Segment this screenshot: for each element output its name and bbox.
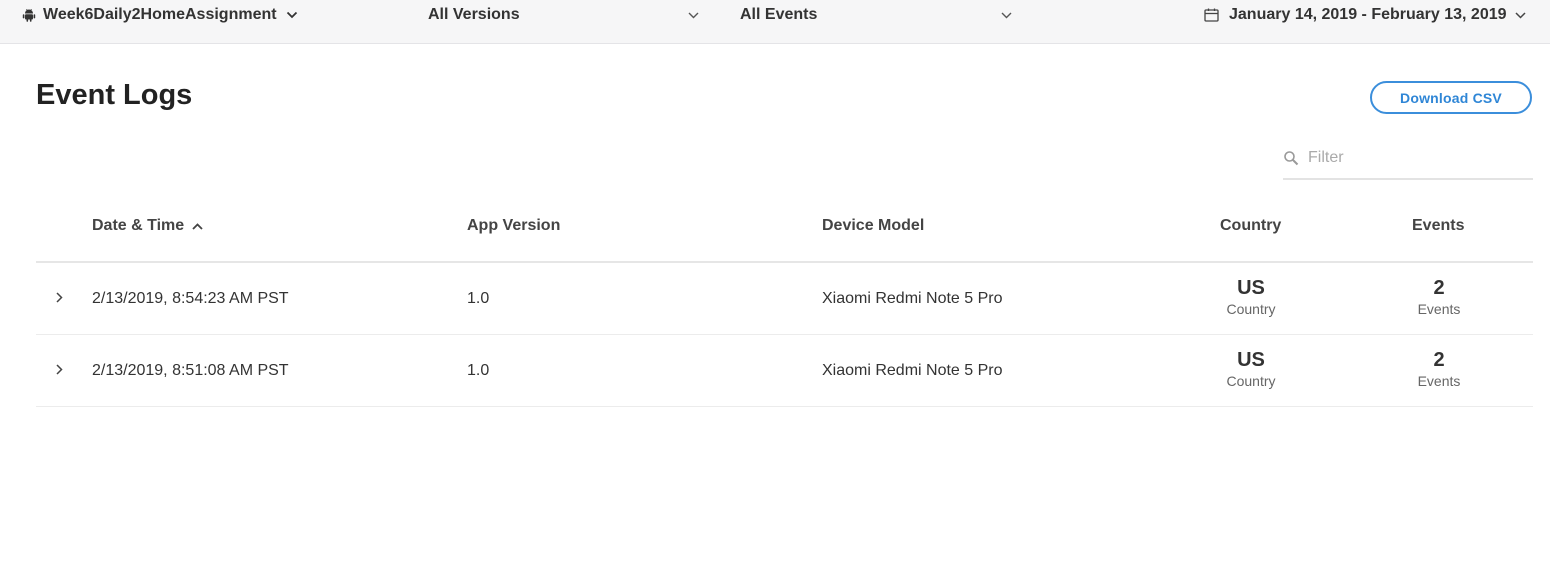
version-filter-value: All Versions — [428, 6, 520, 23]
cell-date-time: 2/13/2019, 8:54:23 AM PST — [92, 290, 289, 307]
column-header-date-time[interactable]: Date & Time — [92, 217, 203, 235]
search-icon — [1283, 150, 1299, 171]
download-csv-button[interactable]: Download CSV — [1370, 81, 1532, 114]
chevron-down-icon — [688, 12, 699, 19]
events-count: 2 — [1433, 349, 1445, 371]
events-selector[interactable]: All Events — [740, 0, 1016, 30]
country-caption: Country — [1226, 301, 1276, 317]
events-caption: Events — [1417, 373, 1461, 389]
date-range-value: January 14, 2019 - February 13, 2019 — [1229, 6, 1507, 23]
cell-device-model: Xiaomi Redmi Note 5 Pro — [822, 362, 1003, 379]
column-header-events[interactable]: Events — [1412, 217, 1464, 235]
cell-events: 2 Events — [1379, 277, 1499, 317]
event-filter-value: All Events — [740, 6, 818, 23]
events-caption: Events — [1417, 301, 1461, 317]
filter-input[interactable] — [1308, 147, 1528, 169]
chevron-down-icon — [286, 11, 298, 19]
cell-country: US Country — [1191, 277, 1311, 317]
chevron-up-icon — [192, 222, 203, 230]
country-code: US — [1237, 349, 1265, 371]
app-name: Week6Daily2HomeAssignment — [43, 6, 277, 23]
chevron-down-icon — [1001, 12, 1012, 19]
chevron-down-icon — [1514, 11, 1526, 19]
country-code: US — [1237, 277, 1265, 299]
app-selector[interactable]: Week6Daily2HomeAssignment — [22, 0, 298, 30]
events-count: 2 — [1433, 277, 1445, 299]
chevron-right-icon[interactable] — [56, 364, 63, 375]
column-header-country[interactable]: Country — [1220, 217, 1281, 235]
chevron-right-icon[interactable] — [56, 292, 63, 303]
cell-date-time: 2/13/2019, 8:51:08 AM PST — [92, 362, 289, 379]
top-toolbar: Week6Daily2HomeAssignment All Versions A… — [0, 0, 1550, 44]
event-log-table: Date & Time App Version Device Model Cou… — [36, 205, 1533, 407]
date-range-selector[interactable]: January 14, 2019 - February 13, 2019 — [1204, 0, 1526, 30]
cell-country: US Country — [1191, 349, 1311, 389]
column-header-label: Date & Time — [92, 217, 185, 234]
android-icon — [22, 8, 36, 22]
column-header-device-model[interactable]: Device Model — [822, 217, 924, 235]
column-header-app-version[interactable]: App Version — [467, 217, 560, 235]
table-row[interactable]: 2/13/2019, 8:51:08 AM PST 1.0 Xiaomi Red… — [36, 335, 1533, 407]
calendar-icon — [1204, 8, 1219, 22]
version-selector[interactable]: All Versions — [428, 0, 703, 30]
cell-app-version: 1.0 — [467, 362, 490, 379]
country-caption: Country — [1226, 373, 1276, 389]
table-header: Date & Time App Version Device Model Cou… — [36, 205, 1533, 263]
cell-app-version: 1.0 — [467, 290, 490, 307]
filter-box — [1283, 143, 1533, 180]
page-title: Event Logs — [36, 79, 193, 111]
table-row[interactable]: 2/13/2019, 8:54:23 AM PST 1.0 Xiaomi Red… — [36, 263, 1533, 335]
cell-events: 2 Events — [1379, 349, 1499, 389]
cell-device-model: Xiaomi Redmi Note 5 Pro — [822, 290, 1003, 307]
